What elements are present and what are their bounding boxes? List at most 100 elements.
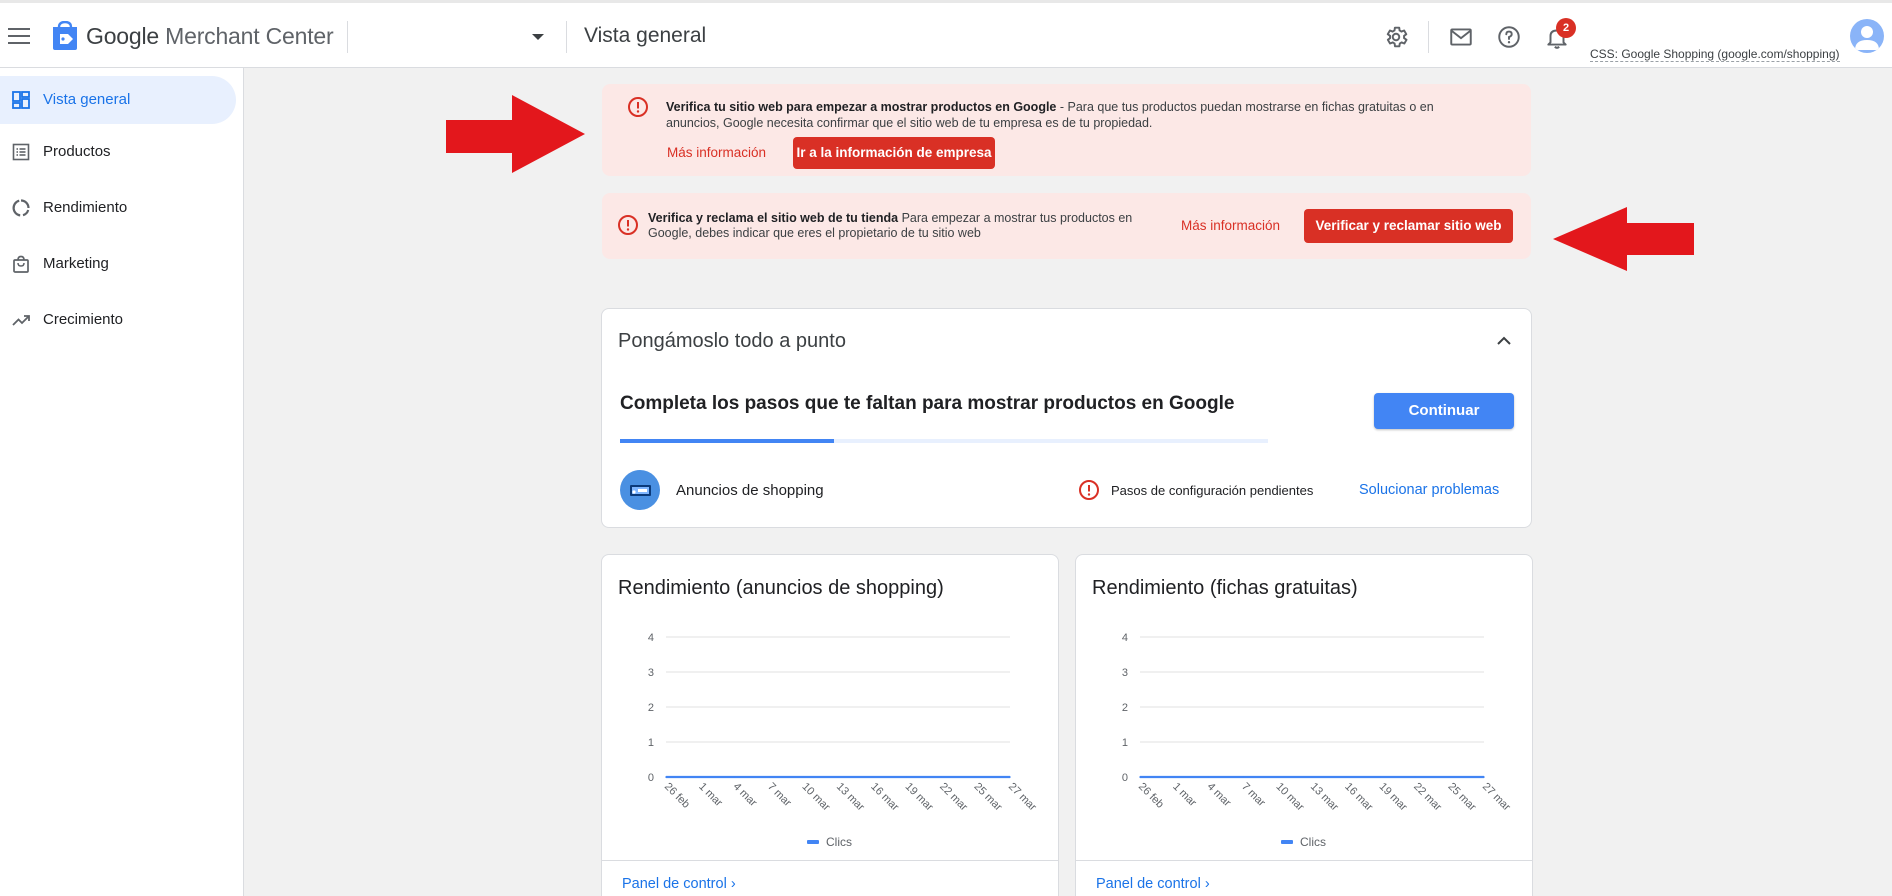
data-point (1242, 776, 1244, 778)
css-account-label[interactable]: CSS: Google Shopping (google.com/shoppin… (1590, 47, 1840, 62)
data-point (871, 776, 874, 778)
data-point (1448, 776, 1451, 778)
sidebar-item-productos[interactable]: Productos (0, 128, 236, 176)
data-point (734, 776, 736, 778)
sidebar-item-label: Marketing (43, 255, 109, 272)
verify-claim-website-button[interactable]: Verificar y reclamar sitio web (1304, 209, 1513, 243)
x-tick-label: 19 mar (903, 781, 936, 814)
x-tick-label: 16 mar (1342, 781, 1375, 814)
data-point (1173, 776, 1176, 778)
data-point (1276, 776, 1279, 778)
x-tick-label: 27 mar (1006, 781, 1039, 814)
legend-label: Clics (826, 835, 852, 849)
divider (602, 860, 1058, 861)
x-tick-label: 27 mar (1480, 781, 1513, 814)
setup-card-title: Pongámoslo todo a punto (618, 330, 846, 352)
x-tick-label: 13 mar (834, 781, 867, 814)
y-tick-label: 0 (648, 772, 654, 784)
settings-gear-icon[interactable] (1383, 24, 1409, 50)
donut-chart-icon (12, 199, 30, 217)
data-point (1414, 776, 1416, 778)
x-tick-label: 26 feb (662, 781, 692, 811)
x-tick-label: 22 mar (937, 781, 970, 814)
avatar[interactable] (1850, 19, 1884, 53)
data-point (837, 776, 839, 778)
sidebar-item-vista-general[interactable]: Vista general (0, 76, 236, 124)
legend-swatch (1281, 840, 1293, 844)
top-app-bar: Google Merchant Center Vista general 2 C… (0, 0, 1892, 68)
pending-steps-status: Pasos de configuración pendientes (1111, 483, 1314, 498)
data-point (1380, 776, 1382, 778)
sidebar-item-crecimiento[interactable]: Crecimiento (0, 296, 236, 344)
y-tick-label: 3 (648, 667, 654, 679)
shopping-ads-label: Anuncios de shopping (676, 482, 824, 499)
data-point (1208, 776, 1210, 778)
more-info-link[interactable]: Más información (1181, 218, 1280, 233)
sidebar-item-label: Crecimiento (43, 311, 124, 328)
x-tick-label: 4 mar (731, 781, 760, 810)
help-icon[interactable] (1496, 24, 1522, 50)
menu-icon[interactable] (8, 25, 30, 44)
x-tick-label: 22 mar (1411, 781, 1444, 814)
page-title: Vista general (584, 24, 707, 47)
x-tick-label: 13 mar (1308, 781, 1341, 814)
x-tick-label: 7 mar (765, 781, 794, 810)
data-point (906, 776, 908, 778)
list-icon (12, 143, 30, 161)
banner-message: Verifica y reclama el sitio web de tu ti… (648, 211, 1133, 240)
setup-progress-bar (620, 439, 1268, 443)
x-tick-label: 16 mar (868, 781, 901, 814)
y-tick-label: 4 (648, 632, 654, 644)
performance-card-title: Rendimiento (fichas gratuitas) (1092, 577, 1358, 599)
chevron-up-icon[interactable] (1495, 332, 1513, 350)
x-tick-label: 25 mar (1445, 781, 1478, 814)
dashboard-link[interactable]: Panel de control › (1096, 876, 1210, 892)
app-name: Google Merchant Center (86, 23, 334, 49)
account-dropdown-icon[interactable] (532, 34, 544, 40)
more-info-link[interactable]: Más información (667, 145, 766, 160)
dashboard-link[interactable]: Panel de control › (622, 876, 736, 892)
clicks-line-chart: 0 1 2 3 4 26 feb 1 mar 4 mar 7 mar 10 mar 13 mar 16… (648, 632, 1039, 814)
performance-card-title: Rendimiento (anuncios de shopping) (618, 577, 944, 599)
legend-swatch (807, 840, 819, 844)
sidebar: Vista general Productos Rendimiento Mark… (0, 68, 244, 896)
red-arrow-right-annotation (446, 95, 585, 173)
data-point (665, 776, 667, 778)
shopping-bag-icon (13, 255, 29, 273)
merchant-center-logo (53, 21, 77, 50)
x-tick-label: 4 mar (1205, 781, 1234, 810)
legend-label: Clics (1300, 835, 1326, 849)
divider (1428, 21, 1429, 53)
x-tick-label: 19 mar (1377, 781, 1410, 814)
x-tick-label: 1 mar (696, 781, 725, 810)
sidebar-item-label: Rendimiento (43, 199, 128, 216)
fix-problems-link[interactable]: Solucionar problemas (1359, 482, 1499, 498)
x-tick-label: 10 mar (1273, 781, 1306, 814)
divider (347, 21, 348, 53)
x-tick-label: 1 mar (1170, 781, 1199, 810)
data-point (802, 776, 805, 778)
error-icon (618, 215, 638, 235)
data-point (1483, 776, 1485, 778)
data-point (1311, 776, 1313, 778)
notification-badge: 2 (1556, 18, 1576, 38)
x-tick-label: 10 mar (799, 781, 832, 814)
dashboard-icon (12, 91, 30, 109)
setup-heading: Completa los pasos que te faltan para mo… (620, 393, 1235, 414)
sidebar-item-label: Vista general (43, 91, 131, 108)
y-tick-label: 0 (1122, 772, 1128, 784)
data-point (1009, 776, 1011, 778)
clicks-line-chart: 0 1 2 3 4 26 feb 1 mar 4 mar 7 mar 10 mar 13 mar 16… (1122, 632, 1513, 814)
y-tick-label: 2 (1122, 702, 1128, 714)
error-icon (628, 97, 648, 117)
data-point (768, 776, 770, 778)
go-to-business-info-button[interactable]: Ir a la información de empresa (793, 137, 995, 169)
y-tick-label: 3 (1122, 667, 1128, 679)
mail-icon[interactable] (1448, 24, 1474, 50)
sidebar-item-rendimiento[interactable]: Rendimiento (0, 184, 236, 232)
data-point (1139, 776, 1141, 778)
continue-button[interactable]: Continuar (1374, 393, 1514, 429)
y-tick-label: 1 (648, 737, 654, 749)
sidebar-item-marketing[interactable]: Marketing (0, 240, 236, 288)
shopping-ads-icon (620, 470, 660, 510)
